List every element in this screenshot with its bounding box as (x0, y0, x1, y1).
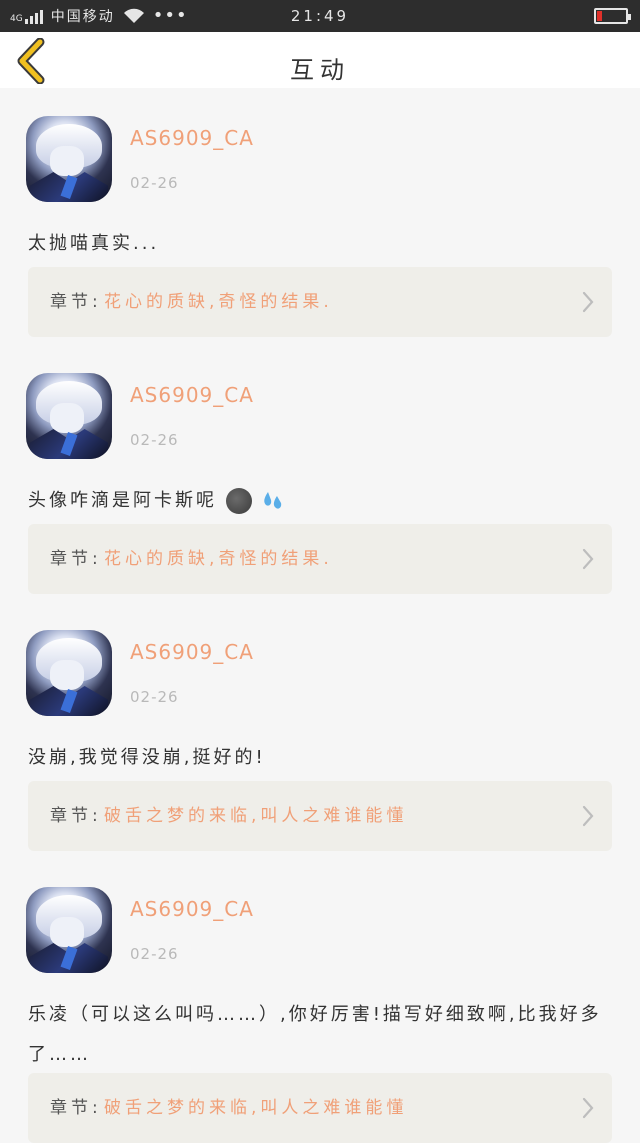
username[interactable]: AS6909_CA (130, 897, 254, 921)
comment-text: 太抛喵真实... (28, 233, 160, 254)
comment-date: 02-26 (130, 688, 179, 706)
comment-date: 02-26 (130, 945, 179, 963)
sweat-droplets-icon (264, 492, 282, 509)
list-item: AS6909_CA 02-26 没崩,我觉得没崩,挺好的! 章节: 破舌之梦的来… (0, 602, 640, 859)
chapter-label: 章节: (50, 549, 102, 569)
comment-list: AS6909_CA 02-26 太抛喵真实... 章节: 花心的质缺,奇怪的结果… (0, 88, 640, 1143)
comment-text: 头像咋滴是阿卡斯呢 (28, 481, 612, 521)
chapter-link[interactable]: 章节: 花心的质缺,奇怪的结果. (28, 524, 612, 594)
nav-bar: 互动 (0, 32, 640, 88)
list-item: AS6909_CA 02-26 乐凌（可以这么叫吗……）,你好厉害!描写好细致啊… (0, 859, 640, 1143)
chevron-right-icon (582, 548, 594, 570)
chapter-title: 破舌之梦的来临,叫人之难谁能懂 (104, 1098, 408, 1118)
comment-text-body: 头像咋滴是阿卡斯呢 (28, 490, 217, 511)
list-item: AS6909_CA 02-26 头像咋滴是阿卡斯呢 章节: 花心的质缺,奇怪的结… (0, 345, 640, 602)
chapter-title: 花心的质缺,奇怪的结果. (104, 549, 333, 569)
chapter-label: 章节: (50, 806, 102, 826)
comment-date: 02-26 (130, 431, 179, 449)
battery-icon (594, 8, 631, 24)
clock: 21:49 (290, 7, 350, 25)
page-title: 互动 (290, 56, 350, 84)
comment-text: 没崩,我觉得没崩,挺好的! (28, 747, 266, 768)
avatar[interactable] (26, 887, 112, 973)
avatar[interactable] (26, 116, 112, 202)
list-item: AS6909_CA 02-26 太抛喵真实... 章节: 花心的质缺,奇怪的结果… (0, 88, 640, 345)
avatar[interactable] (26, 373, 112, 459)
chapter-title: 破舌之梦的来临,叫人之难谁能懂 (104, 806, 408, 826)
chevron-right-icon (582, 1097, 594, 1119)
chapter-link[interactable]: 章节: 破舌之梦的来临,叫人之难谁能懂 (28, 1073, 612, 1143)
username[interactable]: AS6909_CA (130, 126, 254, 150)
chapter-label: 章节: (50, 1098, 102, 1118)
battery-level (597, 11, 602, 21)
username[interactable]: AS6909_CA (130, 383, 254, 407)
chevron-right-icon (582, 805, 594, 827)
new-moon-face-icon (225, 488, 252, 514)
avatar[interactable] (26, 630, 112, 716)
username[interactable]: AS6909_CA (130, 640, 254, 664)
chapter-link[interactable]: 章节: 破舌之梦的来临,叫人之难谁能懂 (28, 781, 612, 851)
chapter-label: 章节: (50, 292, 102, 312)
comment-date: 02-26 (130, 174, 179, 192)
chapter-title: 花心的质缺,奇怪的结果. (104, 292, 333, 312)
status-bar: 4G 中国移动 ••• 21:49 (0, 0, 640, 32)
chapter-link[interactable]: 章节: 花心的质缺,奇怪的结果. (28, 267, 612, 337)
chevron-right-icon (582, 291, 594, 313)
comment-text: 乐凌（可以这么叫吗……）,你好厉害!描写好细致啊,比我好多了…… (28, 1004, 602, 1065)
